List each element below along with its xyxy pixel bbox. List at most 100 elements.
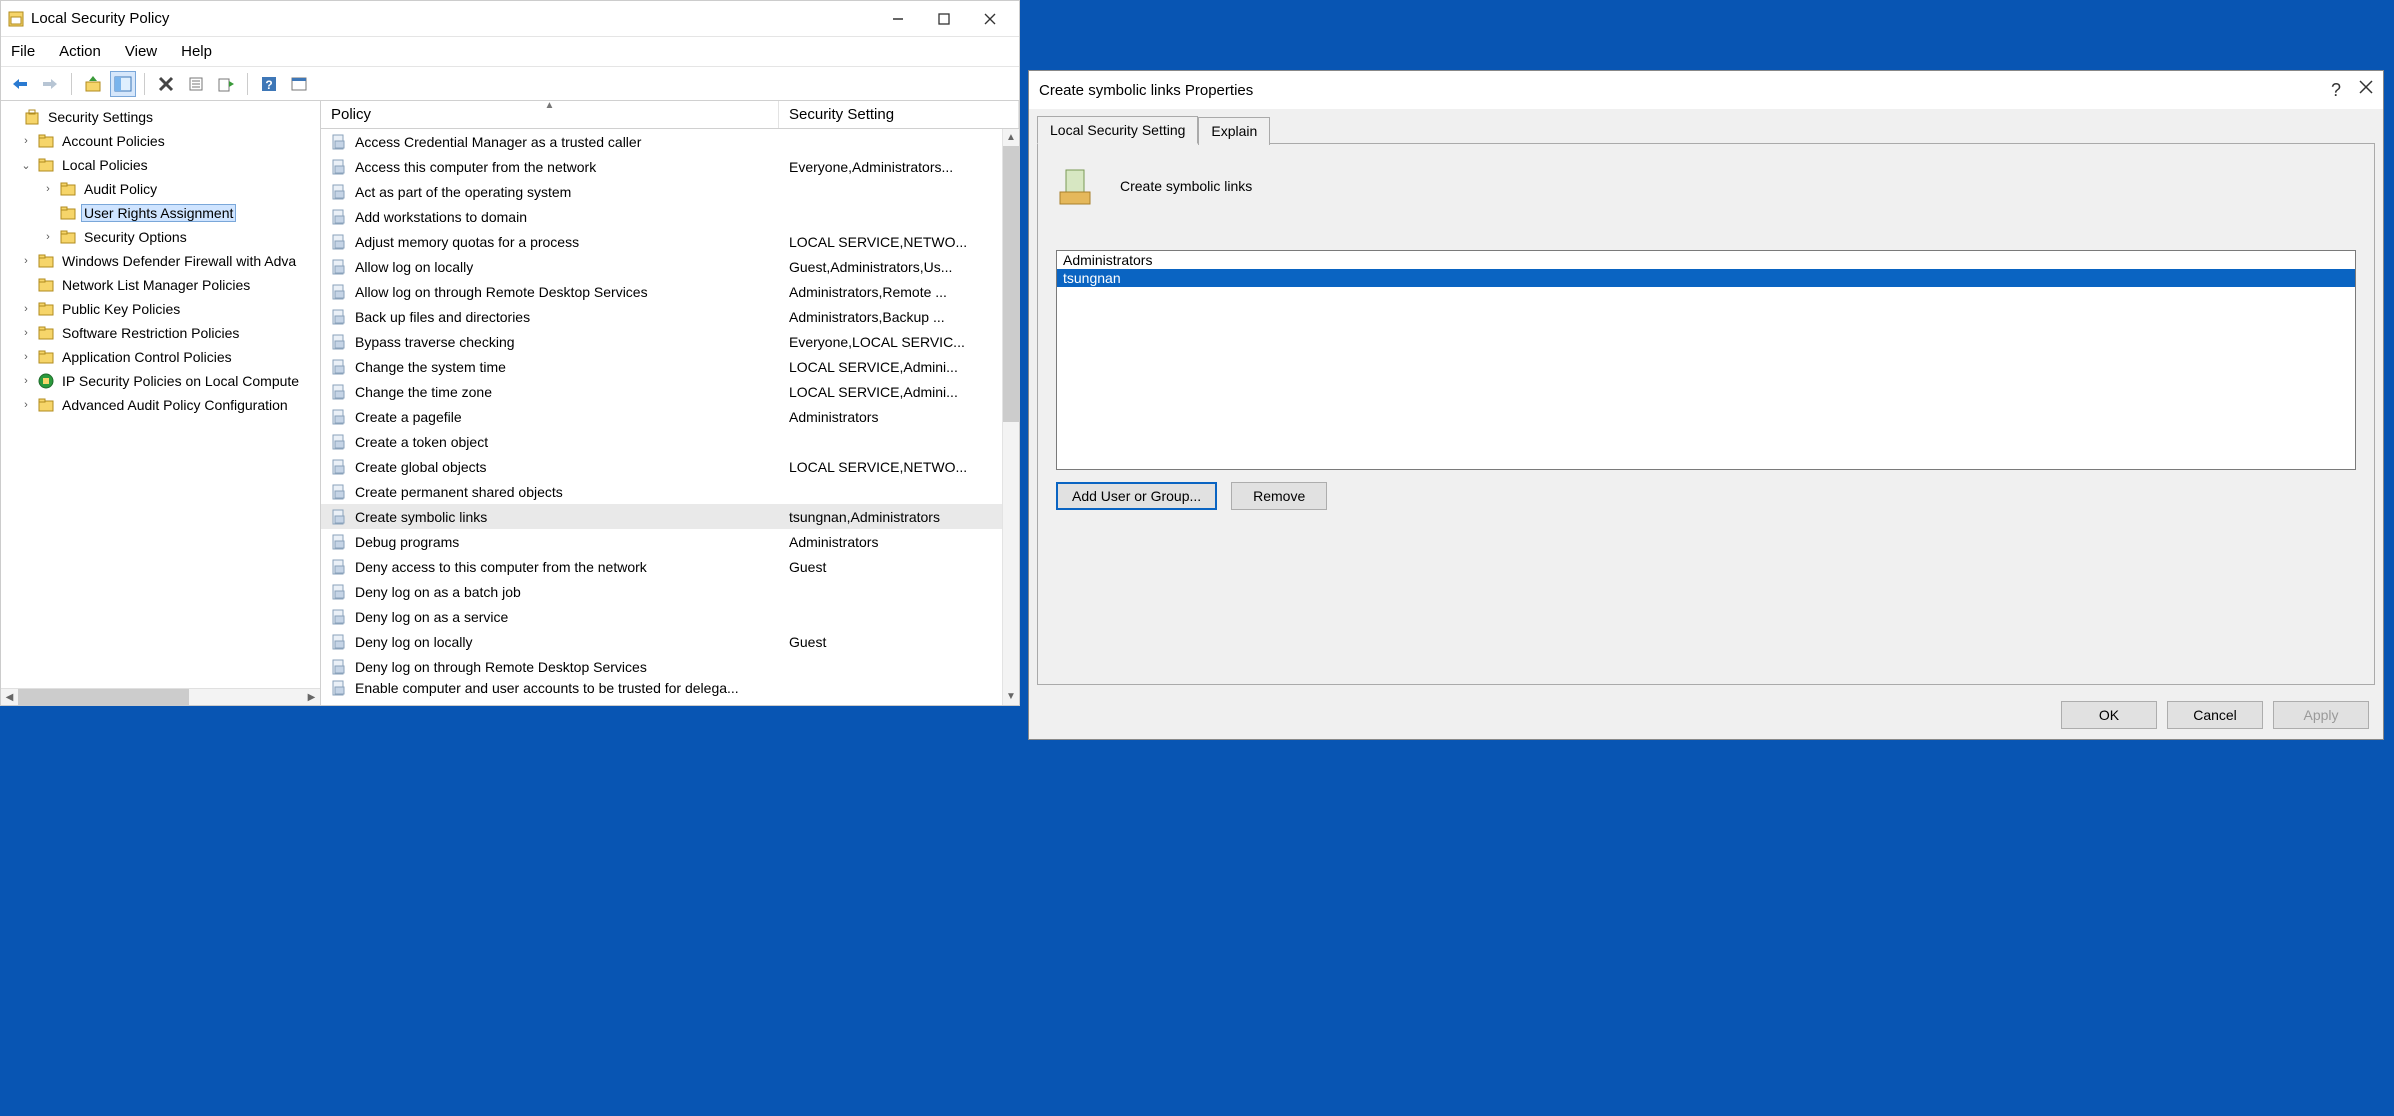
policy-setting: Guest [779,634,1002,650]
tree-item[interactable]: ›Public Key Policies [1,297,320,321]
column-header-policy[interactable]: Policy ▲ [321,101,779,128]
scroll-thumb[interactable] [18,689,189,706]
tab-explain[interactable]: Explain [1198,117,1270,145]
scroll-track[interactable] [18,689,303,706]
list-body[interactable]: Access Credential Manager as a trusted c… [321,129,1019,705]
maximize-button[interactable] [921,4,967,34]
member-item[interactable]: Administrators [1057,251,2355,269]
policy-name: Deny log on locally [355,634,779,650]
expand-icon[interactable]: › [41,231,55,243]
column-header-security-setting[interactable]: Security Setting [779,101,1019,128]
collapse-icon[interactable]: ⌄ [19,159,33,172]
policy-row[interactable]: Change the system timeLOCAL SERVICE,Admi… [321,354,1002,379]
policy-icon [329,183,349,201]
policy-row[interactable]: Act as part of the operating system [321,179,1002,204]
cancel-button[interactable]: Cancel [2167,701,2263,729]
policy-row[interactable]: Create a token object [321,429,1002,454]
policy-row[interactable]: Allow log on locallyGuest,Administrators… [321,254,1002,279]
list-vertical-scrollbar[interactable]: ▲ ▼ [1002,129,1019,705]
column-label: Policy [331,106,371,123]
folder-icon [59,180,77,198]
scroll-left-arrow[interactable]: ◀ [1,689,18,706]
properties-button[interactable] [183,71,209,97]
expand-icon[interactable]: › [19,135,33,147]
remove-button[interactable]: Remove [1231,482,1327,510]
policy-row[interactable]: Deny log on through Remote Desktop Servi… [321,654,1002,679]
policy-row[interactable]: Access this computer from the networkEve… [321,154,1002,179]
close-button[interactable] [967,4,1013,34]
tree-item[interactable]: › Windows Defender Firewall with Adva [1,249,320,273]
policy-row[interactable]: Debug programsAdministrators [321,529,1002,554]
expand-icon[interactable]: › [19,351,33,363]
scroll-thumb[interactable] [1003,146,1019,422]
policy-icon [329,308,349,326]
policy-name: Act as part of the operating system [355,184,779,200]
tree-item[interactable]: ›Audit Policy [1,177,320,201]
menu-action[interactable]: Action [59,43,101,60]
tree-item[interactable]: ›IP Security Policies on Local Compute [1,369,320,393]
tree-item[interactable]: Network List Manager Policies [1,273,320,297]
policy-row[interactable]: Allow log on through Remote Desktop Serv… [321,279,1002,304]
member-item[interactable]: tsungnan [1057,269,2355,287]
menu-view[interactable]: View [125,43,157,60]
tree-item[interactable]: ›Account Policies [1,129,320,153]
tree-item[interactable]: ›Advanced Audit Policy Configuration [1,393,320,417]
help-button[interactable]: ? [256,71,282,97]
apply-button[interactable]: Apply [2273,701,2369,729]
scroll-down-arrow[interactable]: ▼ [1003,688,1019,705]
policy-name-label: Create symbolic links [1120,178,1252,194]
policy-row[interactable]: Create permanent shared objects [321,479,1002,504]
policy-row[interactable]: Deny log on as a service [321,604,1002,629]
add-user-or-group-button[interactable]: Add User or Group... [1056,482,1217,510]
window-toggle-button[interactable] [286,71,312,97]
forward-button[interactable] [37,71,63,97]
policy-icon [329,358,349,376]
expand-icon[interactable]: › [19,303,33,315]
policy-row[interactable]: Access Credential Manager as a trusted c… [321,129,1002,154]
policy-row[interactable]: Deny log on locallyGuest [321,629,1002,654]
expand-icon[interactable]: › [19,255,33,267]
expand-icon[interactable]: › [41,183,55,195]
expand-icon[interactable]: › [19,399,33,411]
policy-row[interactable]: Create a pagefileAdministrators [321,404,1002,429]
members-listbox[interactable]: Administratorstsungnan [1056,250,2356,470]
expand-icon[interactable]: › [19,327,33,339]
minimize-button[interactable] [875,4,921,34]
policy-row[interactable]: Deny log on as a batch job [321,579,1002,604]
policy-row[interactable]: Create symbolic linkstsungnan,Administra… [321,504,1002,529]
dialog-help-button[interactable]: ? [2331,80,2341,101]
policy-row[interactable]: Bypass traverse checkingEveryone,LOCAL S… [321,329,1002,354]
menu-help[interactable]: Help [181,43,212,60]
policy-name: Deny log on as a batch job [355,584,779,600]
scroll-right-arrow[interactable]: ▶ [303,689,320,706]
export-button[interactable] [213,71,239,97]
tree-item[interactable]: ›Application Control Policies [1,345,320,369]
delete-button[interactable] [153,71,179,97]
back-button[interactable] [7,71,33,97]
policy-row[interactable]: Change the time zoneLOCAL SERVICE,Admini… [321,379,1002,404]
scroll-track[interactable] [1003,146,1019,688]
tree-horizontal-scrollbar[interactable]: ◀ ▶ [1,688,320,705]
tree-label: Windows Defender Firewall with Adva [59,252,299,270]
tree-item[interactable]: ›Security Options [1,225,320,249]
tree-body[interactable]: Security Settings ›Account Policies⌄Loca… [1,101,320,688]
policy-row[interactable]: Back up files and directoriesAdministrat… [321,304,1002,329]
dialog-close-button[interactable] [2359,80,2373,101]
show-tree-button[interactable] [110,71,136,97]
policy-name: Access this computer from the network [355,159,779,175]
policy-row[interactable]: Adjust memory quotas for a processLOCAL … [321,229,1002,254]
policy-row[interactable]: Deny access to this computer from the ne… [321,554,1002,579]
tab-local-security-setting[interactable]: Local Security Setting [1037,116,1198,144]
scroll-up-arrow[interactable]: ▲ [1003,129,1019,146]
ok-button[interactable]: OK [2061,701,2157,729]
tree-root-security-settings[interactable]: Security Settings [1,105,320,129]
up-button[interactable] [80,71,106,97]
tree-item[interactable]: User Rights Assignment [1,201,320,225]
policy-row[interactable]: Add workstations to domain [321,204,1002,229]
tree-item[interactable]: ›Software Restriction Policies [1,321,320,345]
policy-row[interactable]: Create global objectsLOCAL SERVICE,NETWO… [321,454,1002,479]
menu-file[interactable]: File [11,43,35,60]
policy-row[interactable]: Enable computer and user accounts to be … [321,679,1002,697]
tree-item[interactable]: ⌄Local Policies [1,153,320,177]
expand-icon[interactable]: › [19,375,33,387]
